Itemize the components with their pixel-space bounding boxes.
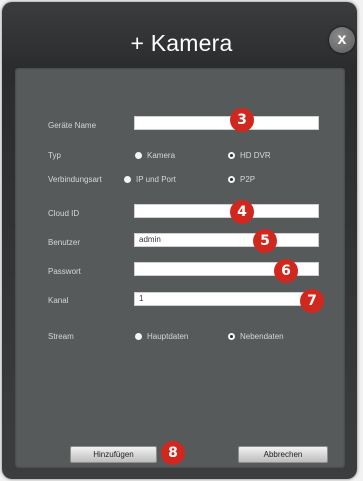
- cloud-id-label: Cloud ID: [48, 209, 80, 218]
- type-option-kamera[interactable]: Kamera: [135, 151, 175, 161]
- connection-option-p2p-label: P2P: [240, 175, 256, 184]
- radio-unchecked-icon: [124, 176, 131, 183]
- connection-label: Verbindungsart: [48, 175, 102, 184]
- callout-badge: 3: [230, 108, 254, 132]
- cancel-button[interactable]: Abbrechen: [238, 446, 328, 463]
- stream-option-hauptdaten[interactable]: Hauptdaten: [135, 332, 188, 342]
- connection-option-ip-port-label: IP und Port: [136, 175, 176, 184]
- username-input[interactable]: admin: [134, 233, 319, 247]
- radio-checked-icon: [228, 176, 235, 183]
- callout-badge: 4: [230, 200, 254, 224]
- add-button[interactable]: Hinzufügen: [70, 446, 157, 463]
- connection-option-p2p[interactable]: P2P: [228, 175, 255, 185]
- radio-checked-icon: [228, 152, 235, 159]
- dialog-title: + Kamera: [130, 30, 233, 56]
- callout-badge: 6: [274, 259, 298, 283]
- cloud-id-input[interactable]: [134, 204, 319, 218]
- radio-unchecked-icon: [135, 152, 142, 159]
- type-option-hd-dvr-label: HD DVR: [240, 151, 271, 160]
- stream-option-hauptdaten-label: Hauptdaten: [147, 332, 189, 341]
- username-label: Benutzer: [48, 238, 81, 247]
- callout-badge: 8: [161, 441, 185, 465]
- device-name-label: Geräte Name: [48, 121, 97, 130]
- radio-unchecked-icon: [135, 333, 142, 340]
- connection-option-ip-port[interactable]: IP und Port: [124, 175, 176, 185]
- callout-badge: 5: [253, 229, 277, 253]
- stream-option-nebendaten-label: Nebendaten: [240, 332, 284, 341]
- type-option-hd-dvr[interactable]: HD DVR: [228, 151, 271, 161]
- channel-label: Kanal: [48, 296, 69, 305]
- stream-label: Stream: [48, 332, 74, 341]
- stream-option-nebendaten[interactable]: Nebendaten: [228, 332, 284, 342]
- callout-badge: 7: [300, 289, 324, 313]
- password-label: Passwort: [48, 267, 81, 276]
- device-name-input[interactable]: [134, 116, 319, 130]
- type-label: Typ: [48, 151, 61, 160]
- close-icon[interactable]: x: [329, 27, 355, 53]
- channel-input[interactable]: 1: [134, 292, 319, 306]
- radio-checked-icon: [228, 333, 235, 340]
- type-option-kamera-label: Kamera: [147, 151, 176, 160]
